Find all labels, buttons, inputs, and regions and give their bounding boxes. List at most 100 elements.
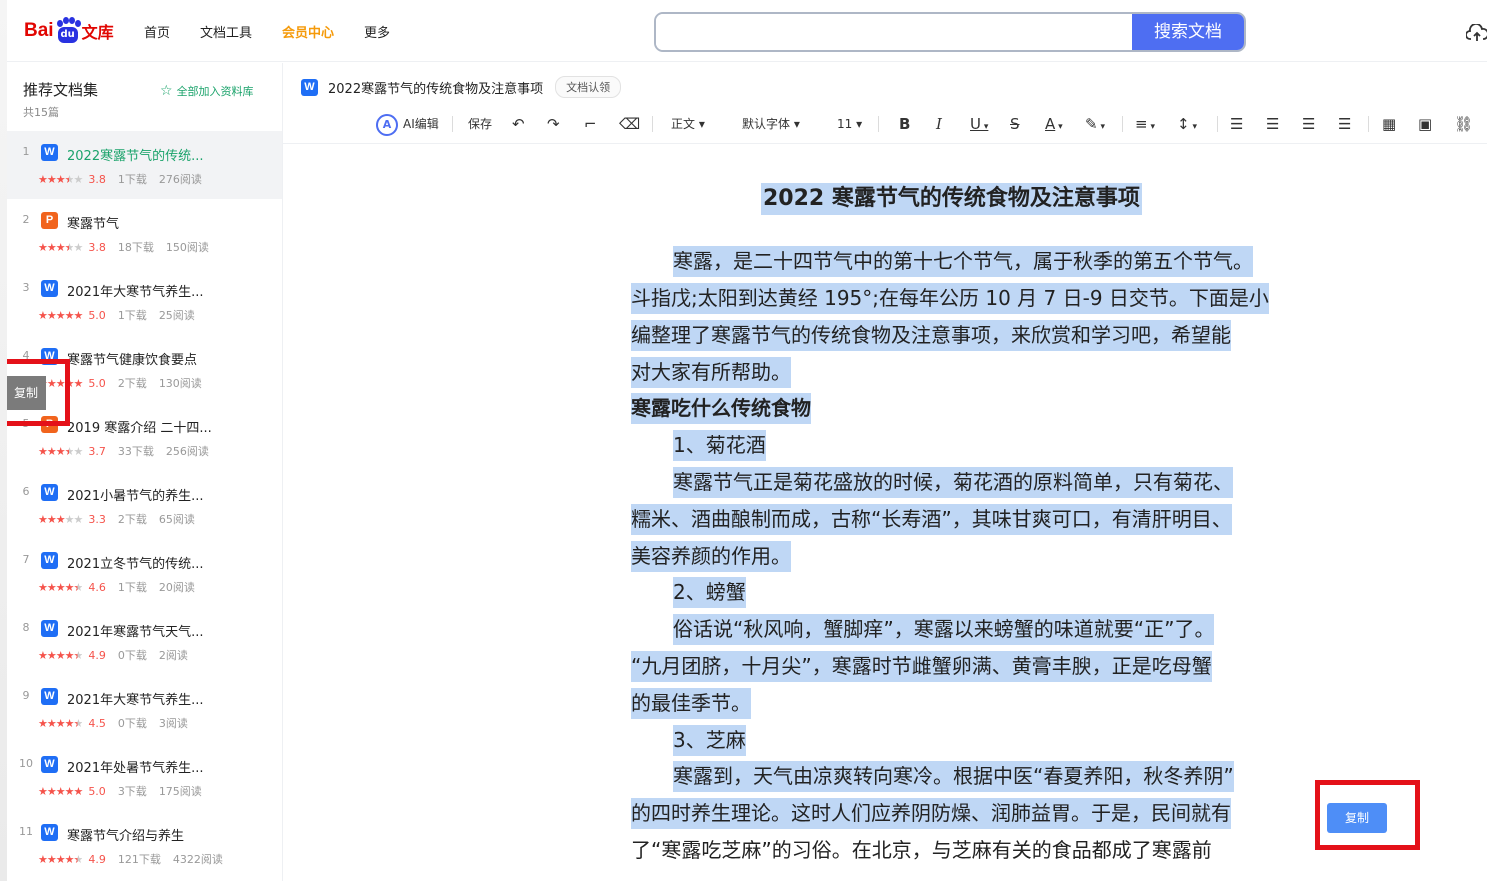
logo-du-text: du bbox=[57, 27, 78, 43]
insert-table-icon[interactable]: ▦ bbox=[1382, 110, 1396, 138]
nav-doc-tools[interactable]: 文档工具 bbox=[200, 22, 252, 41]
doc-score: 5.0 bbox=[88, 308, 106, 322]
doc-name: 2021年寒露节气天气... bbox=[67, 625, 204, 640]
sidebar-doc-item[interactable]: 2 P 寒露节气 ★★★★★ 3.8 18下载 150阅读 bbox=[7, 199, 282, 267]
highlight-color-icon[interactable]: ✎ ▾ bbox=[1085, 110, 1105, 138]
word-file-icon: W bbox=[41, 484, 58, 501]
ai-edit-button[interactable]: A AI编辑 bbox=[376, 110, 439, 138]
sidebar-doc-item[interactable]: 1 W 2022寒露节气的传统... ★★★★★ 3.8 1下载 276阅读 bbox=[7, 131, 282, 199]
ai-edit-label: AI编辑 bbox=[403, 117, 439, 131]
doc-meta: ★★★★★ 5.0 3下载 175阅读 bbox=[38, 783, 202, 799]
ordered-list-icon[interactable]: ☰ bbox=[1230, 110, 1243, 138]
doc-downloads: 121下载 bbox=[117, 853, 161, 866]
italic-icon[interactable]: I bbox=[936, 110, 942, 138]
outdent-icon[interactable]: ☰ bbox=[1338, 110, 1351, 138]
recommended-docs-sidebar: 推荐文档集 共15篇 ☆ 全部加入资料库 1 W 2022寒露节气的传统... ★★★… bbox=[7, 63, 283, 881]
doc-reads: 175阅读 bbox=[158, 785, 202, 798]
logo-bai-text: Bai bbox=[24, 20, 54, 41]
highlight-glyph: ✎ bbox=[1085, 115, 1098, 133]
nav-home[interactable]: 首页 bbox=[144, 22, 170, 41]
doc-reads: 65阅读 bbox=[158, 513, 195, 526]
align-dropdown-icon[interactable]: ≡ ▾ bbox=[1135, 110, 1155, 138]
paragraph-style-dropdown[interactable]: 正文 ▾ bbox=[671, 110, 705, 138]
upload-cloud-icon[interactable] bbox=[1466, 24, 1487, 42]
doc-rank: 6 bbox=[22, 485, 30, 498]
doc-rank: 3 bbox=[22, 281, 30, 294]
doc-score: 5.0 bbox=[88, 376, 106, 390]
toolbar-divider bbox=[1217, 116, 1218, 132]
doc-score: 4.5 bbox=[88, 716, 106, 730]
line-spacing-glyph: ↕ bbox=[1177, 115, 1190, 133]
doc-meta: ★★★★★ 4.5 0下载 3阅读 bbox=[38, 715, 188, 731]
sidebar-doc-item[interactable]: 6 W 2021小暑节气的养生... ★★★★★ 3.3 2下载 65阅读 bbox=[7, 471, 282, 539]
search-button[interactable]: 搜索文档 bbox=[1132, 14, 1244, 50]
doc-meta: ★★★★★ 3.8 1下载 276阅读 bbox=[38, 171, 202, 187]
rating-stars-icon: ★★★★★ bbox=[38, 580, 83, 594]
insert-link-icon[interactable]: ⛓ bbox=[1454, 110, 1473, 138]
sidebar-doc-item[interactable]: 8 W 2021年寒露节气天气... ★★★★★ 4.9 0下载 2阅读 bbox=[7, 607, 282, 675]
underline-icon[interactable]: U ▾ bbox=[970, 110, 988, 138]
sidebar-count: 共15篇 bbox=[23, 106, 59, 119]
doc-score: 4.9 bbox=[88, 852, 106, 866]
format-painter-icon[interactable]: ⌐ bbox=[584, 110, 597, 138]
eraser-icon[interactable]: ⌫ bbox=[619, 110, 640, 138]
sidebar-doc-item[interactable]: 11 W 寒露节气介绍与养生 ★★★★★ 4.9 121下载 4322阅读 bbox=[7, 811, 282, 879]
strikethrough-icon[interactable]: S bbox=[1010, 110, 1020, 138]
save-button[interactable]: 保存 bbox=[468, 110, 492, 138]
sidebar-doc-item[interactable]: 7 W 2021立冬节气的传统... ★★★★★ 4.6 1下载 20阅读 bbox=[7, 539, 282, 607]
baidu-paw-icon: du bbox=[55, 17, 81, 45]
doc-downloads: 1下载 bbox=[117, 173, 147, 186]
doc-downloads: 0下载 bbox=[117, 717, 147, 730]
undo-icon[interactable]: ↶ bbox=[512, 110, 525, 138]
doc-name: 2021小暑节气的养生... bbox=[67, 489, 204, 504]
baidu-wenku-logo[interactable]: Bai du 文库 bbox=[24, 14, 114, 48]
add-all-label: 全部加入资料库 bbox=[176, 85, 254, 98]
doc-reads: 130阅读 bbox=[158, 377, 202, 390]
doc-meta: ★★★★★ 5.0 1下载 25阅读 bbox=[38, 307, 195, 323]
doc-downloads: 1下载 bbox=[117, 309, 147, 322]
insert-image-icon[interactable]: ▣ bbox=[1418, 110, 1432, 138]
nav-more[interactable]: 更多 bbox=[364, 22, 390, 41]
add-all-to-library-button[interactable]: ☆ 全部加入资料库 bbox=[160, 83, 254, 99]
doc-score: 5.0 bbox=[88, 784, 106, 798]
sidebar-doc-item[interactable]: 3 W 2021年大寒节气养生... ★★★★★ 5.0 1下载 25阅读 bbox=[7, 267, 282, 335]
redo-icon[interactable]: ↷ bbox=[547, 110, 560, 138]
window-edge bbox=[0, 0, 7, 881]
sidebar-doc-item[interactable]: 9 W 2021年大寒节气养生... ★★★★★ 4.5 0下载 3阅读 bbox=[7, 675, 282, 743]
star-outline-icon: ☆ bbox=[160, 83, 173, 99]
doc-name: 寒露节气介绍与养生 bbox=[67, 829, 185, 844]
doc-name: 2021立冬节气的传统... bbox=[67, 557, 204, 572]
doc-rank: 7 bbox=[22, 553, 30, 566]
doc-rank: 2 bbox=[22, 213, 30, 226]
doc-line-3: 编整理了寒露节气的传统食物及注意事项，来欣赏和学习吧，希望能 bbox=[631, 320, 1231, 351]
rating-stars-icon: ★★★★★ bbox=[38, 852, 83, 866]
doc-line-7: 寒露节气正是菊花盛放的时候，菊花酒的原料简单，只有菊花、 bbox=[673, 467, 1233, 498]
sidebar-doc-list: 1 W 2022寒露节气的传统... ★★★★★ 3.8 1下载 276阅读 2 P 寒露节气 ★★… bbox=[7, 131, 282, 879]
indent-icon[interactable]: ☰ bbox=[1302, 110, 1315, 138]
doc-name: 2021年大寒节气养生... bbox=[67, 285, 204, 300]
doc-rank: 1 bbox=[22, 145, 30, 158]
doc-line-12: “九月团脐，十月尖”，寒露时节雌蟹卵满、黄膏丰腴，正是吃母蟹 bbox=[631, 651, 1212, 682]
doc-line-1: 寒露，是二十四节气中的第十七个节气，属于秋季的第五个节气。 bbox=[673, 246, 1253, 277]
search-input[interactable] bbox=[656, 14, 1136, 50]
font-color-icon[interactable]: A ▾ bbox=[1045, 110, 1063, 138]
nav-vip-center[interactable]: 会员中心 bbox=[282, 22, 334, 41]
doc-name: 2022寒露节气的传统... bbox=[67, 149, 204, 164]
claim-document-button[interactable]: 文档认领 bbox=[555, 76, 622, 98]
font-size-dropdown[interactable]: 11 ▾ bbox=[837, 110, 862, 138]
doc-line-2: 斗指戊;太阳到达黄经 195°;在每年公历 10 月 7 日-9 日交节。下面是… bbox=[631, 283, 1269, 314]
bold-icon[interactable]: B bbox=[899, 110, 910, 138]
font-family-dropdown[interactable]: 默认字体 ▾ bbox=[742, 110, 800, 138]
doc-line-15: 寒露到，天气由凉爽转向寒冷。根据中医“春夏养阳，秋冬养阴” bbox=[673, 761, 1234, 792]
line-spacing-dropdown-icon[interactable]: ↕ ▾ bbox=[1177, 110, 1197, 138]
word-file-icon: W bbox=[41, 688, 58, 705]
doc-line-4: 对大家有所帮助。 bbox=[631, 357, 791, 388]
annotation-box-right bbox=[1315, 780, 1420, 850]
doc-downloads: 3下载 bbox=[117, 785, 147, 798]
doc-score: 4.9 bbox=[88, 648, 106, 662]
bullet-list-icon[interactable]: ☰ bbox=[1266, 110, 1279, 138]
sidebar-title: 推荐文档集 bbox=[23, 81, 99, 99]
sidebar-doc-item[interactable]: 10 W 2021年处暑节气养生... ★★★★★ 5.0 3下载 175阅读 bbox=[7, 743, 282, 811]
doc-reads: 3阅读 bbox=[158, 717, 188, 730]
toolbar-divider bbox=[1122, 116, 1123, 132]
